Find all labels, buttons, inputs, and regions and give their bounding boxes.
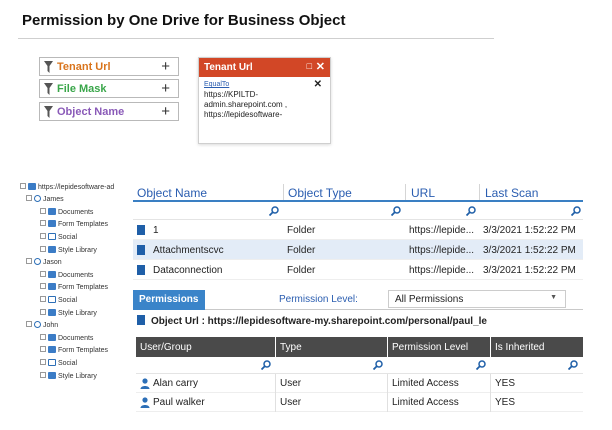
document-icon	[137, 265, 145, 275]
tree-item[interactable]: Social	[40, 232, 77, 244]
filter-object-name[interactable]: Object Name +	[39, 102, 179, 121]
user-icon	[34, 320, 41, 328]
column-header[interactable]: Is Inherited	[495, 342, 544, 353]
popup-header: Tenant Url □ ✕	[199, 58, 330, 77]
tenant-value: https://lepidesoftware-	[204, 110, 283, 119]
user-icon	[140, 378, 150, 389]
permission-level-select[interactable]: All Permissions ▼	[388, 290, 566, 308]
tree-item[interactable]: Form Templates	[40, 282, 108, 294]
page-title: Permission by One Drive for Business Obj…	[22, 12, 346, 29]
search-icon[interactable]	[568, 360, 578, 370]
tree-item[interactable]: Style Library	[40, 308, 97, 320]
title-divider	[18, 38, 494, 39]
tree-item[interactable]: Documents	[40, 270, 93, 282]
column-header[interactable]: Object Type	[288, 186, 352, 200]
grid-header: Object Name Object Type URL Last Scan	[133, 182, 583, 202]
close-icon[interactable]: ✕	[314, 80, 322, 90]
search-icon[interactable]	[476, 360, 486, 370]
grid-filter-row	[133, 202, 583, 220]
filter-label: File Mask	[57, 83, 107, 95]
plus-icon[interactable]: +	[161, 80, 170, 97]
user-icon	[140, 397, 150, 408]
table-row[interactable]: Dataconnection Folder https://lepide... …	[133, 260, 583, 280]
search-icon[interactable]	[269, 206, 279, 216]
popup-title: Tenant Url	[204, 62, 253, 73]
search-icon[interactable]	[373, 360, 383, 370]
plus-icon[interactable]: +	[161, 58, 170, 75]
column-header[interactable]: Permission Level	[392, 342, 468, 353]
object-url: Object Url : https://lepidesoftware-my.s…	[137, 315, 487, 327]
filter-tenant-url[interactable]: Tenant Url +	[39, 57, 179, 76]
permissions-table: User/Group Type Permission Level Is Inhe…	[136, 337, 583, 412]
tree-item[interactable]: Style Library	[40, 371, 97, 383]
document-icon	[137, 315, 145, 326]
tree-item[interactable]: Documents	[40, 207, 93, 219]
search-icon[interactable]	[466, 206, 476, 216]
table-row[interactable]: Alan carry User Limited Access YES	[136, 374, 583, 393]
funnel-icon	[44, 106, 53, 118]
tree-item[interactable]: Style Library	[40, 245, 97, 257]
document-icon	[137, 245, 145, 255]
filter-label: Tenant Url	[57, 61, 111, 73]
tenant-url-popup: Tenant Url □ ✕ EqualTo ✕ https://KPILTD-…	[198, 57, 331, 144]
maximize-icon[interactable]: □	[307, 61, 312, 71]
search-icon[interactable]	[261, 360, 271, 370]
chevron-down-icon: ▼	[550, 294, 557, 301]
tenant-value: https://KPILTD-	[204, 90, 259, 99]
table-row[interactable]: Paul walker User Limited Access YES	[136, 393, 583, 412]
permission-level-label: Permission Level:	[279, 294, 358, 305]
column-header[interactable]: User/Group	[140, 342, 192, 353]
funnel-icon	[44, 61, 53, 73]
user-icon	[34, 257, 41, 265]
close-icon[interactable]: ✕	[316, 60, 325, 73]
object-grid: Object Name Object Type URL Last Scan 1 …	[133, 182, 583, 280]
permissions-toolbar: Permissions Permission Level: All Permis…	[133, 290, 583, 310]
column-header[interactable]: Last Scan	[485, 186, 538, 200]
funnel-icon	[44, 83, 53, 95]
plus-icon[interactable]: +	[161, 103, 170, 120]
filter-file-mask[interactable]: File Mask +	[39, 79, 179, 98]
column-header[interactable]: Type	[280, 342, 302, 353]
tenant-value: admin.sharepoint.com ,	[204, 100, 288, 109]
tree-root[interactable]: https://lepidesoftware-ad	[20, 182, 114, 194]
search-icon[interactable]	[391, 206, 401, 216]
tree-user[interactable]: James	[26, 194, 64, 206]
tree-item[interactable]: Form Templates	[40, 219, 108, 231]
column-header[interactable]: Object Name	[137, 186, 207, 200]
filter-label: Object Name	[57, 106, 125, 118]
tree-user[interactable]: John	[26, 320, 58, 332]
user-icon	[34, 194, 41, 202]
operator-link[interactable]: EqualTo	[204, 80, 325, 90]
table-row[interactable]: 1 Folder https://lepide... 3/3/2021 1:52…	[133, 220, 583, 240]
permissions-header: User/Group Type Permission Level Is Inhe…	[136, 337, 583, 357]
permissions-filter-row	[136, 357, 583, 374]
document-icon	[137, 225, 145, 235]
table-row[interactable]: Attachmentscvc Folder https://lepide... …	[133, 240, 583, 260]
column-header[interactable]: URL	[411, 186, 435, 200]
tree-item[interactable]: Form Templates	[40, 345, 108, 357]
search-icon[interactable]	[571, 206, 581, 216]
tree-user[interactable]: Jason	[26, 257, 62, 269]
tab-permissions[interactable]: Permissions	[133, 290, 205, 310]
tree-item[interactable]: Social	[40, 358, 77, 370]
tree-item[interactable]: Documents	[40, 333, 93, 345]
tree-item[interactable]: Social	[40, 295, 77, 307]
